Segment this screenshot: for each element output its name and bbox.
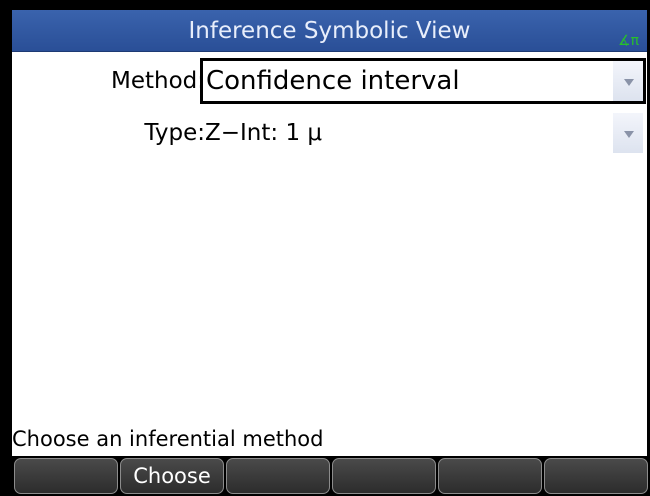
- angle-mode-icon: ∡π: [618, 33, 639, 49]
- type-row: Type: Z−Int: 1 μ: [12, 110, 647, 156]
- type-label: Type:: [144, 120, 205, 146]
- type-value: Z−Int: 1 μ: [205, 120, 323, 146]
- softkey-4[interactable]: [332, 458, 436, 494]
- softkey-1[interactable]: [14, 458, 118, 494]
- help-text: Choose an inferential method: [12, 427, 324, 451]
- method-label: Method:: [110, 68, 205, 94]
- chevron-down-icon: [624, 131, 634, 138]
- method-row: Method: Confidence interval: [12, 58, 647, 104]
- type-dropdown[interactable]: Z−Int: 1 μ: [200, 110, 646, 156]
- softkey-3[interactable]: [226, 458, 330, 494]
- softkey-5[interactable]: [438, 458, 542, 494]
- calculator-screen: Inference Symbolic View ∡π Method: Confi…: [0, 0, 650, 496]
- screen-frame-left: [0, 0, 12, 496]
- softkey-6[interactable]: [544, 458, 648, 494]
- method-dropdown-button[interactable]: [613, 61, 643, 101]
- method-dropdown[interactable]: Confidence interval: [200, 58, 646, 104]
- choose-button[interactable]: Choose: [120, 458, 224, 494]
- screen-frame-top: [0, 0, 650, 10]
- method-value: Confidence interval: [206, 66, 460, 96]
- softkey-bar: Choose: [12, 456, 650, 496]
- title-bar: Inference Symbolic View ∡π: [12, 10, 647, 52]
- chevron-down-icon: [624, 79, 634, 86]
- type-dropdown-button[interactable]: [613, 113, 643, 153]
- view-title: Inference Symbolic View: [188, 18, 471, 44]
